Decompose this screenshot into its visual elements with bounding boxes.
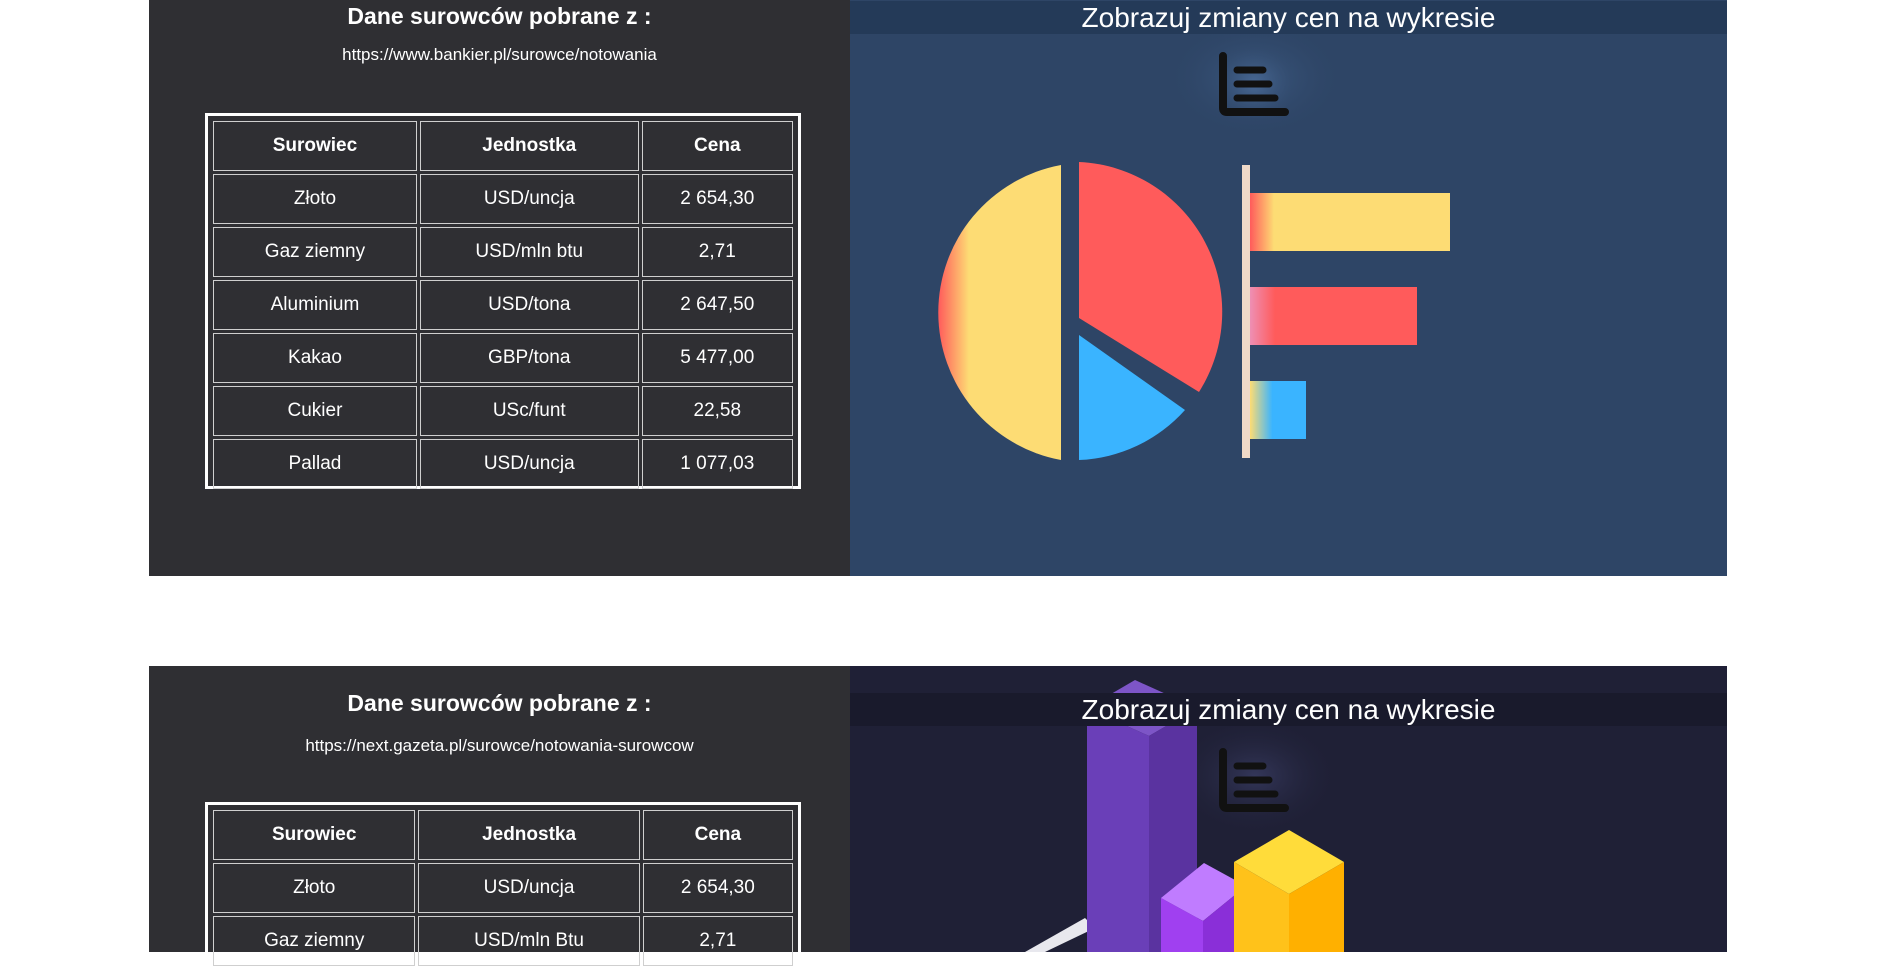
header-jednostka: Jednostka [418,810,640,860]
cell-price: 22,58 [641,386,793,436]
cell-price: 2 654,30 [641,174,793,224]
chart-link-card[interactable]: Zobrazuj zmiany cen na wykresie [850,666,1727,952]
cell-price: 2,71 [642,916,793,966]
chart-link-title[interactable]: Zobrazuj zmiany cen na wykresie [850,1,1727,34]
bar-yellow [1250,193,1450,251]
prices-table-frame: Surowiec Jednostka Cena Złoto USD/uncja … [205,802,801,966]
cell-unit: USD/mln btu [419,227,639,277]
cell-price: 2 654,30 [642,863,793,913]
data-panel: Dane surowców pobrane z : https://next.g… [149,666,850,966]
commodity-section-gazeta: Dane surowców pobrane z : https://next.g… [149,666,1727,966]
cell-price: 5 477,00 [641,333,793,383]
floor-line [1025,918,1095,952]
bar-blue [1250,381,1306,439]
section-heading: Dane surowców pobrane z : [347,3,652,29]
cell-unit: USD/tona [419,280,639,330]
bar-axis [1242,165,1250,458]
header-cena: Cena [641,121,793,171]
cell-commodity: Gaz ziemny [213,227,417,277]
source-url: https://www.bankier.pl/surowce/notowania [342,45,657,64]
table-row: Kakao GBP/tona 5 477,00 [213,333,793,383]
cell-commodity: Złoto [213,863,416,913]
table-row: Złoto USD/uncja 2 654,30 [213,174,793,224]
table-row: Gaz ziemny USD/mln Btu 2,71 [213,916,793,966]
cell-commodity: Aluminium [213,280,417,330]
table-row: Aluminium USD/tona 2 647,50 [213,280,793,330]
prices-table: Surowiec Jednostka Cena Złoto USD/uncja … [210,807,796,969]
table-row: Cukier USc/funt 22,58 [213,386,793,436]
chart-icon[interactable] [1217,50,1291,118]
table-row: Złoto USD/uncja 2 654,30 [213,863,793,913]
cell-unit: GBP/tona [419,333,639,383]
cell-unit: USD/uncja [418,863,640,913]
cell-unit: USD/uncja [419,439,639,489]
section-heading: Dane surowców pobrane z : [347,690,652,716]
header-surowiec: Surowiec [213,121,417,171]
cell-unit: USD/uncja [419,174,639,224]
commodity-section-bankier: Dane surowców pobrane z : https://www.ba… [149,0,1727,576]
table-row: Gaz ziemny USD/mln btu 2,71 [213,227,793,277]
cell-price: 2,71 [641,227,793,277]
header-surowiec: Surowiec [213,810,416,860]
cell-price: 2 647,50 [641,280,793,330]
data-panel: Dane surowców pobrane z : https://www.ba… [149,0,850,576]
cell-price: 1 077,03 [641,439,793,489]
pie-slice-yellow [938,165,1061,460]
prices-table-frame: Surowiec Jednostka Cena Złoto USD/uncja … [205,113,801,489]
cell-commodity: Pallad [213,439,417,489]
cell-unit: USc/funt [419,386,639,436]
cell-commodity: Cukier [213,386,417,436]
source-url: https://next.gazeta.pl/surowce/notowania… [305,736,694,755]
table-header-row: Surowiec Jednostka Cena [213,121,793,171]
bar-red [1250,287,1417,345]
table-row: Pallad USD/uncja 1 077,03 [213,439,793,489]
chart-link-title[interactable]: Zobrazuj zmiany cen na wykresie [850,693,1727,726]
prices-table: Surowiec Jednostka Cena Złoto USD/uncja … [210,118,796,492]
cell-commodity: Gaz ziemny [213,916,416,966]
table-header-row: Surowiec Jednostka Cena [213,810,793,860]
header-jednostka: Jednostka [419,121,639,171]
chart-icon[interactable] [1217,746,1291,814]
cell-unit: USD/mln Btu [418,916,640,966]
cell-commodity: Złoto [213,174,417,224]
cell-commodity: Kakao [213,333,417,383]
header-cena: Cena [642,810,793,860]
bar-front-purple [1087,708,1149,952]
chart-link-card[interactable]: Zobrazuj zmiany cen na wykresie [850,0,1727,576]
